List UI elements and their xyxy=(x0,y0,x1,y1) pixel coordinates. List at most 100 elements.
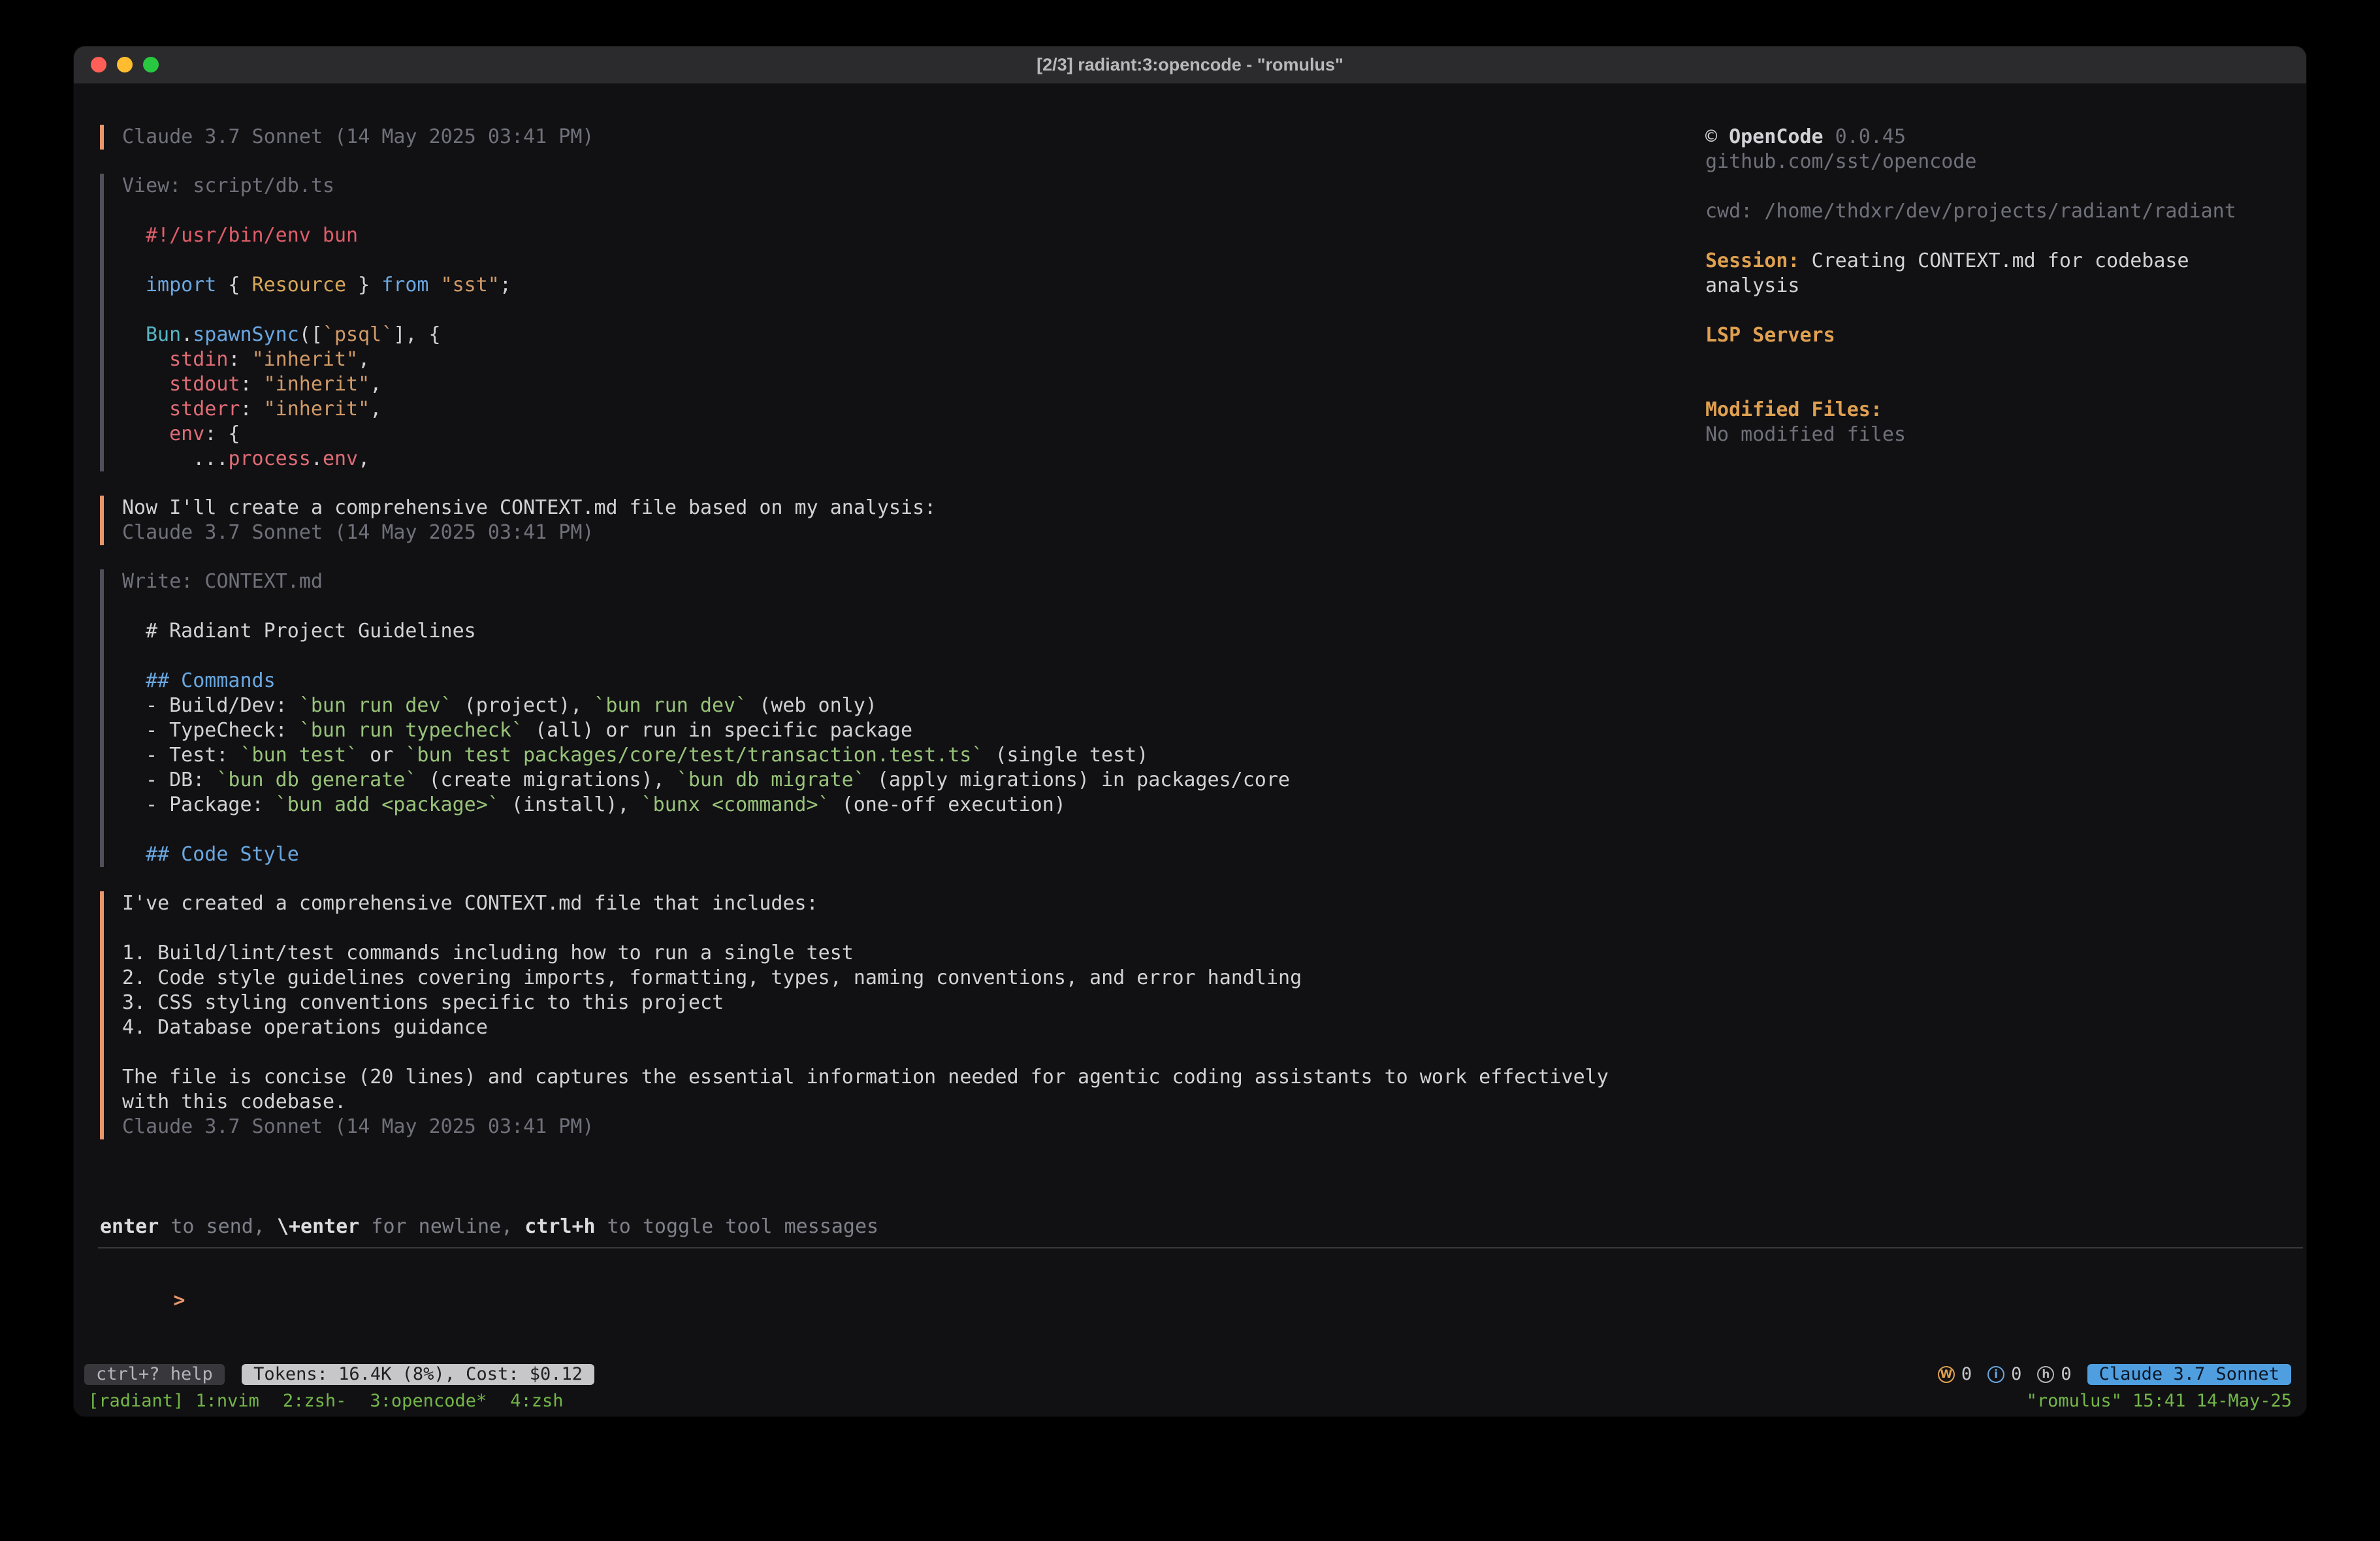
text-line xyxy=(1705,298,2280,323)
text-segment: 1. Build/lint/test commands including ho… xyxy=(122,942,854,964)
text-segment: stdout xyxy=(146,373,240,396)
tmux-window-nvim[interactable]: 1:nvim xyxy=(195,1390,259,1412)
text-segment: : xyxy=(240,398,264,421)
minimize-window-button[interactable] xyxy=(117,57,133,72)
text-segment: `bun run typecheck` xyxy=(299,719,523,742)
diagnostics-warning: W 0 xyxy=(1938,1364,1972,1385)
titlebar[interactable]: [2/3] radiant:3:opencode - "romulus" xyxy=(74,46,2306,84)
text-segment: to send, xyxy=(159,1215,277,1238)
text-segment: "inherit" xyxy=(264,373,370,396)
tool-call-write-file: Write: CONTEXT.md # Radiant Project Guid… xyxy=(100,569,1624,867)
text-segment: from xyxy=(381,274,428,296)
text-segment: \+enter xyxy=(277,1215,359,1238)
diagnostics-info: i 0 xyxy=(1987,1364,2021,1385)
text-segment: OpenCode xyxy=(1729,125,1824,148)
zoom-window-button[interactable] xyxy=(143,57,159,72)
text-segment: ; xyxy=(500,274,511,296)
text-segment: © xyxy=(1705,125,1729,148)
assistant-message: I've created a comprehensive CONTEXT.md … xyxy=(100,891,1624,1139)
text-segment: Now I'll create a comprehensive CONTEXT.… xyxy=(122,496,936,519)
text-segment: (apply migrations) in packages/core xyxy=(865,769,1290,791)
text-segment: (create migrations), xyxy=(417,769,676,791)
text-line: stdout: "inherit", xyxy=(146,372,1624,397)
text-segment: - DB: xyxy=(146,769,216,791)
text-line: # Radiant Project Guidelines xyxy=(146,619,1624,644)
text-line: github.com/sst/opencode xyxy=(1705,150,2280,174)
chat-area[interactable]: Claude 3.7 Sonnet (14 May 2025 03:41 PM)… xyxy=(100,125,1624,1164)
code-snippet: #!/usr/bin/env bunimport { Resource } fr… xyxy=(122,223,1624,471)
text-segment: The file is concise (20 lines) and captu… xyxy=(122,1066,1620,1113)
tmux-window-list: [radiant] 1:nvim 2:zsh- 3:opencode* 4:zs… xyxy=(88,1390,587,1412)
text-segment: `bun test packages/core/test/transaction… xyxy=(405,744,983,767)
text-segment: 4. Database operations guidance xyxy=(122,1016,488,1039)
tmux-session-name: [radiant] xyxy=(88,1390,184,1412)
message-text: Now I'll create a comprehensive CONTEXT.… xyxy=(122,496,1624,520)
assistant-message: Now I'll create a comprehensive CONTEXT.… xyxy=(100,496,1624,545)
hint-icon: h xyxy=(2037,1366,2054,1383)
text-segment: `bun add <package>` xyxy=(276,793,500,816)
text-line xyxy=(146,644,1624,669)
help-shortcut-badge[interactable]: ctrl+? help xyxy=(84,1364,225,1385)
message-input[interactable]: > xyxy=(100,1263,2280,1338)
text-line xyxy=(146,248,1624,273)
text-segment: Bun xyxy=(146,323,181,346)
text-line: © OpenCode 0.0.45 xyxy=(1705,125,2280,150)
markdown-snippet: # Radiant Project Guidelines## Commands-… xyxy=(122,619,1624,867)
text-segment: `psql` xyxy=(323,323,393,346)
text-line xyxy=(122,1040,1624,1065)
text-segment: "sst" xyxy=(441,274,500,296)
warning-icon: W xyxy=(1938,1366,1955,1383)
content-columns: Claude 3.7 Sonnet (14 May 2025 03:41 PM)… xyxy=(100,125,2280,1164)
text-segment: "inherit" xyxy=(264,398,370,421)
text-segment: (install), xyxy=(500,793,641,816)
text-line: 4. Database operations guidance xyxy=(122,1015,1624,1040)
text-segment: (single test) xyxy=(983,744,1148,767)
text-segment: spawnSync xyxy=(193,323,299,346)
text-segment: - Build/Dev: xyxy=(146,694,299,717)
tmux-window-opencode-current[interactable]: 3:opencode* xyxy=(370,1390,487,1412)
text-segment: , xyxy=(358,447,370,470)
text-line xyxy=(146,298,1624,323)
input-empty-area[interactable] xyxy=(100,1338,2280,1363)
text-line xyxy=(1705,174,2280,199)
text-segment: - Package: xyxy=(146,793,276,816)
text-segment: "inherit" xyxy=(252,348,359,371)
diagnostics-hint: h 0 xyxy=(2037,1364,2071,1385)
text-segment: (all) or run in specific package xyxy=(523,719,912,742)
text-line: - DB: `bun db generate` (create migratio… xyxy=(146,768,1624,793)
tmux-status-bar: [radiant] 1:nvim 2:zsh- 3:opencode* 4:zs… xyxy=(74,1390,2306,1412)
tool-title: Write: CONTEXT.md xyxy=(122,569,1624,594)
text-segment: cwd: /home/thdxr/dev/projects/radiant/ra… xyxy=(1705,200,2236,223)
text-segment: enter xyxy=(100,1215,159,1238)
text-line: No modified files xyxy=(1705,422,2280,447)
text-segment: 3. CSS styling conventions specific to t… xyxy=(122,991,724,1014)
text-line: 2. Code style guidelines covering import… xyxy=(122,966,1624,991)
text-line: The file is concise (20 lines) and captu… xyxy=(122,1065,1624,1115)
text-segment: `bun db migrate` xyxy=(677,769,865,791)
text-segment: ([ xyxy=(299,323,323,346)
window-controls xyxy=(91,46,159,83)
text-segment: github.com/sst/opencode xyxy=(1705,150,1976,173)
text-segment: Resource xyxy=(252,274,347,296)
close-window-button[interactable] xyxy=(91,57,106,72)
text-segment: ## Code Style xyxy=(146,843,299,866)
text-line: I've created a comprehensive CONTEXT.md … xyxy=(122,891,1624,916)
tmux-window-zsh[interactable]: 4:zsh xyxy=(510,1390,563,1412)
text-segment: `bun run dev` xyxy=(594,694,747,717)
text-line: env: { xyxy=(146,422,1624,447)
text-segment: stderr xyxy=(146,398,240,421)
model-badge[interactable]: Claude 3.7 Sonnet xyxy=(2087,1364,2291,1385)
status-bar-left: ctrl+? help Tokens: 16.4K (8%), Cost: $0… xyxy=(84,1364,594,1385)
text-segment: stdin xyxy=(146,348,228,371)
text-segment: 2. Code style guidelines covering import… xyxy=(122,966,1302,989)
text-segment: env xyxy=(146,422,204,445)
text-segment: ... xyxy=(146,447,228,470)
text-line: #!/usr/bin/env bun xyxy=(146,223,1624,248)
prompt-symbol: > xyxy=(173,1289,185,1312)
text-line: Session: Creating CONTEXT.md for codebas… xyxy=(1705,249,2280,298)
text-line: Modified Files: xyxy=(1705,398,2280,422)
tool-title: View: script/db.ts xyxy=(122,174,1624,199)
tmux-window-zsh-previous[interactable]: 2:zsh- xyxy=(283,1390,347,1412)
text-segment: . xyxy=(181,323,193,346)
text-segment: # Radiant Project Guidelines xyxy=(146,620,476,643)
